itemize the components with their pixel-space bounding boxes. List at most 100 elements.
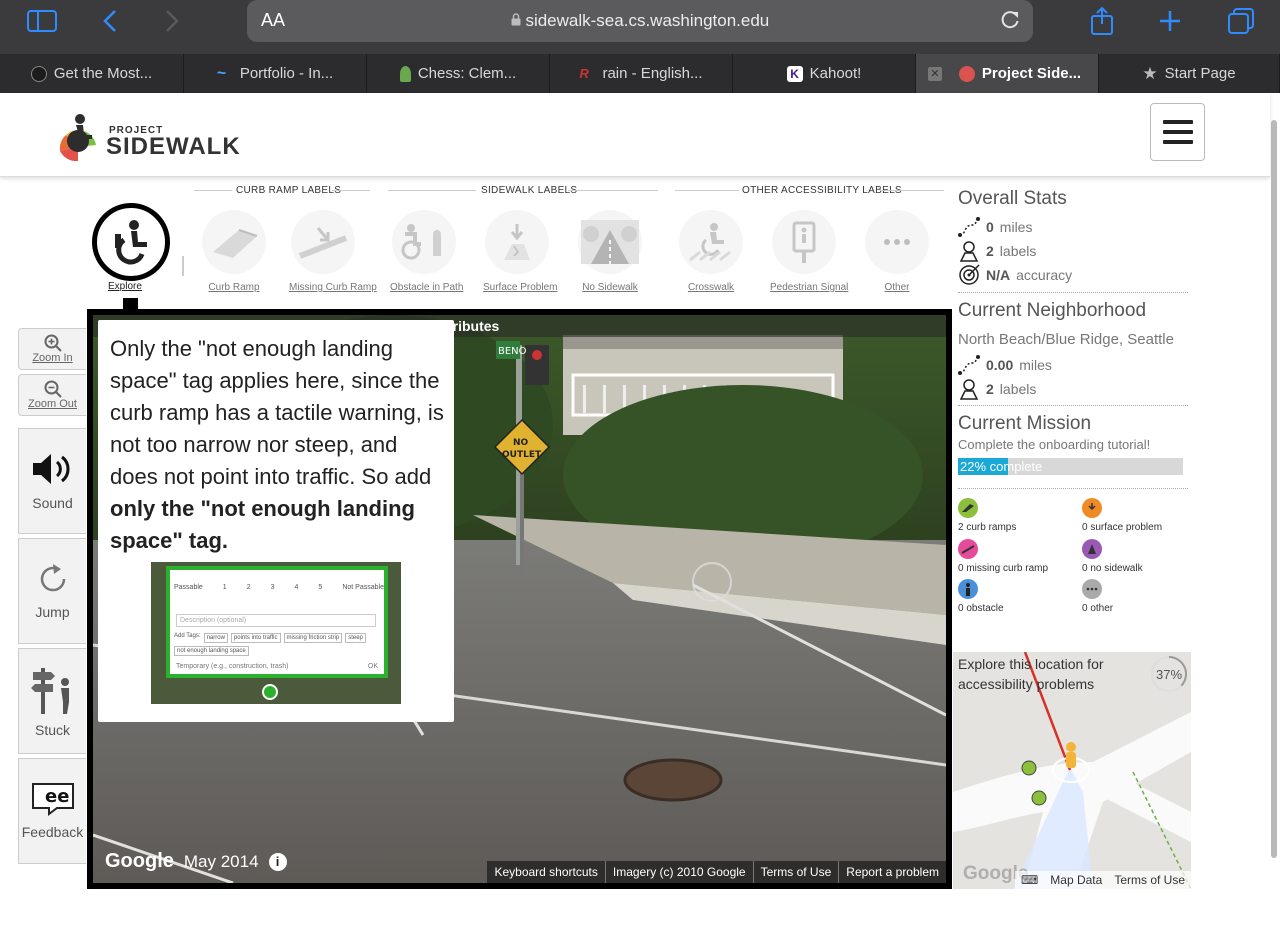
other-tool[interactable]: Other xyxy=(863,210,931,293)
share-icon[interactable] xyxy=(1088,6,1116,35)
example-label-card: Passable 1 2 3 4 5 Not Passable Descript… xyxy=(166,566,388,678)
tab-kahoot[interactable]: K Kahoot! xyxy=(733,54,916,93)
tab-wordreference[interactable]: R rain - English... xyxy=(550,54,733,93)
tag: narrow xyxy=(203,633,228,643)
keyboard-icon[interactable]: ⌨ xyxy=(1015,871,1044,889)
legend-label: 0 surface problem xyxy=(1082,522,1163,533)
missing-curb-ramp-tool[interactable]: Missing Curb Ramp xyxy=(289,210,377,293)
info-icon[interactable]: i xyxy=(268,852,287,871)
legend-no-sidewalk: 0 no sidewalk xyxy=(1082,539,1143,574)
neighborhood-labels: 2 labels xyxy=(958,378,1036,400)
description-field: Description (optional) xyxy=(176,614,376,627)
google-logo: Google xyxy=(105,850,174,872)
tab-favicon xyxy=(399,65,411,82)
divider xyxy=(388,190,476,191)
url-text[interactable]: sidewalk-sea.cs.washington.edu xyxy=(247,11,1033,31)
curb-ramp-tool[interactable]: Curb Ramp xyxy=(200,210,268,293)
tab-favicon xyxy=(958,65,975,82)
tutorial-text-bold: only the "not enough landing space" tag. xyxy=(110,496,415,553)
tag: points into traffic xyxy=(230,633,281,643)
tool-label: Curb Ramp xyxy=(208,282,260,293)
tab-favicon: K xyxy=(786,65,803,82)
page-scrollbar[interactable] xyxy=(1271,120,1277,858)
terms-of-use-link[interactable]: Terms of Use xyxy=(752,861,839,883)
tag: not enough landing space xyxy=(174,646,249,656)
zoom-out-icon xyxy=(44,380,62,398)
feedback-icon: ee xyxy=(31,783,74,816)
tab-get-the-most[interactable]: Get the Most... xyxy=(0,54,184,93)
hamburger-menu-button[interactable] xyxy=(1150,103,1205,161)
tab-project-sidewalk[interactable]: ✕ Project Side... xyxy=(916,54,1099,93)
overall-labels: 2 labels xyxy=(958,240,1036,262)
sidebar-icon[interactable] xyxy=(26,8,58,34)
crosswalk-tool[interactable]: Crosswalk xyxy=(677,210,745,293)
tab-title: Project Side... xyxy=(981,65,1082,82)
mission-percent-indicator: 37% xyxy=(1149,654,1189,694)
speaker-icon xyxy=(32,454,69,484)
tabs-overview-icon[interactable] xyxy=(1226,8,1256,34)
feedback-button[interactable]: ee Feedback xyxy=(18,758,86,864)
accuracy-unit: accuracy xyxy=(1016,267,1073,283)
explore-mode-button[interactable] xyxy=(92,203,170,281)
back-icon[interactable] xyxy=(98,8,122,34)
close-tab-icon[interactable]: ✕ xyxy=(928,67,942,81)
tab-title: Chess: Clem... xyxy=(417,65,517,82)
label-marker-icon xyxy=(262,684,278,700)
labels-icon xyxy=(959,241,979,262)
panorama-title: tributes xyxy=(448,318,500,334)
legend-label: 0 other xyxy=(1082,603,1114,614)
divider xyxy=(958,405,1188,406)
address-bar[interactable]: AA sidewalk-sea.cs.washington.edu xyxy=(247,0,1033,42)
project-sidewalk-logo[interactable]: PROJECT SIDEWALK xyxy=(56,111,241,161)
sign-text-2: OUTLET xyxy=(502,450,542,460)
obstacle-tool[interactable]: Obstacle in Path xyxy=(390,210,463,293)
reload-icon[interactable] xyxy=(999,9,1021,36)
menu-bar xyxy=(1162,120,1193,124)
mission-progress-label: 22% complete xyxy=(960,459,1043,474)
not-passable-label: Not Passable xyxy=(342,584,384,591)
jump-button[interactable]: Jump xyxy=(18,538,86,644)
divider xyxy=(568,190,658,191)
sound-button[interactable]: Sound xyxy=(18,428,86,534)
forward-icon[interactable] xyxy=(160,8,184,34)
tool-label: Other xyxy=(884,282,910,293)
pedestrian-signal-icon xyxy=(772,210,836,274)
zoom-out-label: Zoom Out xyxy=(28,398,77,410)
tab-chess[interactable]: Chess: Clem... xyxy=(367,54,550,93)
lock-icon xyxy=(511,11,526,30)
wheelchair-icon xyxy=(115,220,147,265)
divider xyxy=(958,488,1188,489)
tool-label: Crosswalk xyxy=(687,282,735,293)
no-sidewalk-tool[interactable]: No Sidewalk xyxy=(576,210,644,293)
tab-portfolio[interactable]: ~ Portfolio - In... xyxy=(184,54,367,93)
obstacle-icon xyxy=(392,210,456,274)
divider xyxy=(332,190,370,191)
zoom-out-button[interactable]: Zoom Out xyxy=(18,374,86,416)
map-terms-link[interactable]: Terms of Use xyxy=(1108,871,1191,889)
map-data-link[interactable]: Map Data xyxy=(1044,871,1108,889)
new-tab-icon[interactable] xyxy=(1156,8,1184,34)
zoom-in-button[interactable]: Zoom In xyxy=(18,328,86,370)
neighborhood-miles-value: 0.00 xyxy=(986,357,1014,373)
no-sidewalk-icon xyxy=(578,210,642,274)
overall-miles: 0 miles xyxy=(958,217,1032,237)
severity-scale: Passable 1 2 3 4 5 Not Passable xyxy=(174,584,384,591)
zoom-in-label: Zoom In xyxy=(32,352,73,364)
tool-label: No Sidewalk xyxy=(582,282,638,293)
legend-surface-problem: 0 surface problem xyxy=(1082,498,1162,533)
minimap[interactable]: Explore this location for accessibility … xyxy=(953,652,1191,889)
divider xyxy=(958,292,1188,293)
divider xyxy=(675,190,739,191)
stuck-button[interactable]: Stuck xyxy=(18,648,86,754)
explore-label[interactable]: Explore xyxy=(108,281,142,292)
surface-problem-tool[interactable]: Surface Problem xyxy=(483,210,557,293)
keyboard-shortcuts-link[interactable]: Keyboard shortcuts xyxy=(487,861,604,883)
legend-other: 0 other xyxy=(1082,579,1113,614)
tab-start-page[interactable]: ★ Start Page xyxy=(1099,54,1280,93)
overall-miles-unit: miles xyxy=(999,219,1033,235)
tab-title: rain - English... xyxy=(602,65,703,82)
report-problem-link[interactable]: Report a problem xyxy=(838,861,946,883)
jump-icon xyxy=(40,564,65,592)
signpost-icon xyxy=(30,668,69,714)
pedestrian-signal-tool[interactable]: Pedestrian Signal xyxy=(770,210,848,293)
